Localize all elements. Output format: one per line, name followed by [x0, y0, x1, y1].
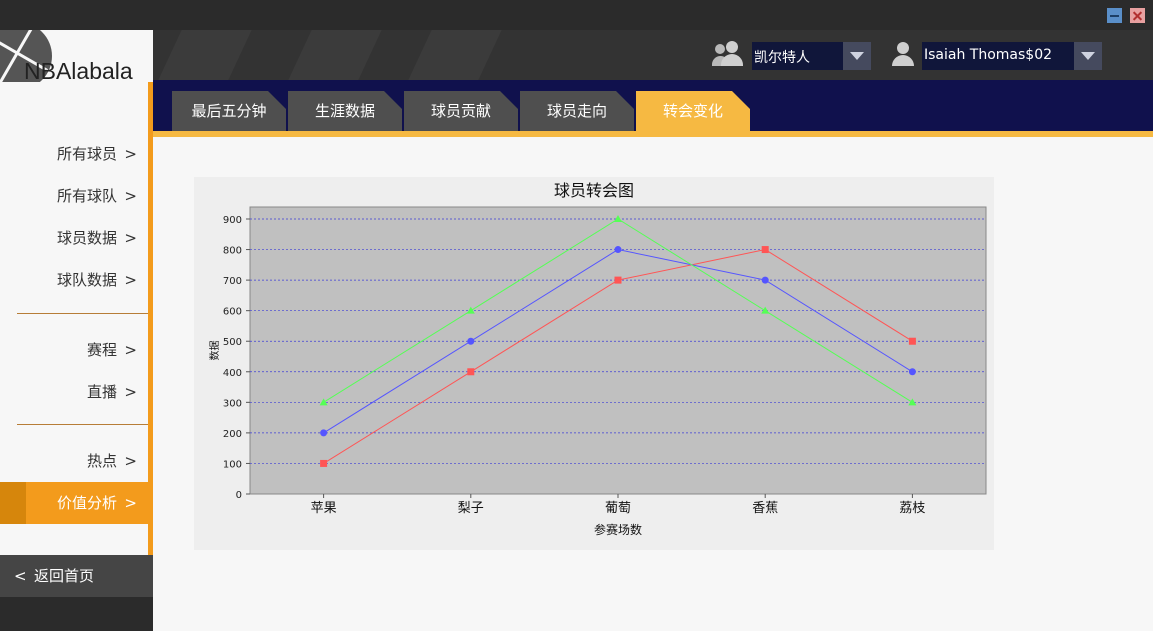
sidebar-item-live[interactable]: 直播 > — [0, 374, 148, 410]
sidebar-item-label: 热点 — [86, 452, 117, 470]
sidebar-item-schedule[interactable]: 赛程 > — [0, 332, 148, 368]
sidebar-item-label: 价值分析 — [56, 494, 117, 512]
tab-label: 最后五分钟 — [191, 102, 267, 120]
y-axis-label: 数据 — [208, 341, 221, 361]
group-users-icon — [712, 40, 746, 70]
sidebar-item-team-data[interactable]: 球队数据 > — [0, 262, 148, 298]
tab-transfer-change[interactable]: 转会变化 — [636, 91, 750, 131]
sidebar-item-value-analysis[interactable]: 价值分析 > — [0, 482, 153, 524]
x-tick-label: 香蕉 — [752, 501, 778, 516]
tab-label: 球员贡献 — [430, 102, 491, 120]
y-tick-label: 900 — [223, 215, 242, 226]
x-axis-label: 参赛场数 — [594, 522, 642, 537]
sidebar-item-player-data[interactable]: 球员数据 > — [0, 220, 148, 256]
x-tick-label: 葡萄 — [605, 501, 631, 516]
sidebar-item-label: 球员数据 — [56, 229, 117, 247]
sidebar-item-hot[interactable]: 热点 > — [0, 443, 148, 479]
data-point — [320, 429, 328, 437]
team-select[interactable]: 凯尔特人 — [752, 42, 871, 70]
y-tick-label: 400 — [223, 368, 242, 379]
chevron-right-icon: > — [124, 452, 137, 470]
data-point — [761, 246, 769, 254]
data-point — [614, 276, 622, 284]
sidebar-item-label: 赛程 — [86, 341, 117, 359]
data-point — [908, 337, 916, 345]
y-tick-label: 700 — [223, 276, 242, 287]
player-select-value: Isaiah Thomas$02 — [924, 47, 1053, 63]
x-tick-label: 梨子 — [458, 501, 484, 516]
chevron-right-icon: > — [124, 271, 137, 289]
sidebar: 所有球员 > 所有球队 > 球员数据 > 球队数据 > 赛程 > 直播 > 热点… — [0, 82, 153, 631]
data-point — [467, 368, 475, 376]
sidebar-divider — [17, 313, 148, 314]
sidebar-item-label: 所有球员 — [56, 145, 117, 163]
tab-label: 生涯数据 — [314, 102, 375, 120]
tab-player-trend[interactable]: 球员走向 — [520, 91, 634, 131]
sidebar-divider — [17, 424, 148, 425]
app-name: NBAlabala — [24, 58, 133, 82]
chevron-right-icon: > — [124, 341, 137, 359]
y-tick-label: 0 — [236, 490, 242, 501]
y-tick-label: 300 — [223, 398, 242, 409]
back-home-label: 返回首页 — [34, 567, 95, 585]
y-tick-label: 100 — [223, 459, 242, 470]
player-select[interactable]: Isaiah Thomas$02 — [922, 42, 1102, 70]
window-titlebar — [0, 0, 1153, 30]
chevron-left-icon: < — [14, 567, 27, 585]
chevron-down-icon[interactable] — [1074, 42, 1102, 70]
sidebar-item-all-players[interactable]: 所有球员 > — [0, 136, 148, 172]
x-tick-label: 苹果 — [311, 501, 337, 516]
chevron-right-icon: > — [124, 229, 137, 247]
sidebar-item-label: 球队数据 — [56, 271, 117, 289]
data-point — [908, 368, 916, 376]
active-indicator — [0, 482, 26, 524]
app-logo: NBAlabala — [0, 30, 153, 82]
data-point — [467, 337, 475, 345]
sidebar-item-all-teams[interactable]: 所有球队 > — [0, 178, 148, 214]
minimize-icon[interactable] — [1107, 8, 1122, 23]
app-header: 凯尔特人 Isaiah Thomas$02 — [0, 30, 1153, 80]
transfer-line-chart: 球员转会图 0 100 200 300 400 500 600 700 800 900 苹果 梨子 葡萄 香… — [208, 181, 987, 537]
y-tick-label: 600 — [223, 307, 242, 318]
y-tick-label: 500 — [223, 337, 242, 348]
sidebar-footer — [0, 597, 153, 631]
data-point — [614, 246, 622, 254]
transfer-chart-panel: 球员转会图 0 100 200 300 400 500 600 700 800 900 苹果 梨子 葡萄 香… — [194, 177, 994, 550]
sidebar-item-label: 直播 — [86, 383, 117, 401]
header-decoration — [288, 30, 382, 80]
tab-last-five-minutes[interactable]: 最后五分钟 — [172, 91, 286, 131]
back-home-button[interactable]: < 返回首页 — [0, 555, 153, 597]
sidebar-item-label: 所有球队 — [56, 187, 117, 205]
chevron-right-icon: > — [124, 383, 137, 401]
header-decoration — [158, 30, 252, 80]
tab-label: 转会变化 — [662, 102, 723, 120]
y-tick-label: 800 — [223, 246, 242, 257]
team-select-value: 凯尔特人 — [754, 50, 810, 66]
header-decoration — [408, 30, 502, 80]
chevron-right-icon: > — [124, 494, 137, 512]
close-icon[interactable] — [1130, 8, 1145, 23]
x-tick-label: 荔枝 — [899, 501, 925, 516]
chevron-right-icon: > — [124, 187, 137, 205]
tab-career-data[interactable]: 生涯数据 — [288, 91, 402, 131]
user-icon — [892, 40, 926, 70]
chart-title: 球员转会图 — [554, 181, 634, 200]
tab-label: 球员走向 — [546, 102, 607, 120]
chevron-right-icon: > — [124, 145, 137, 163]
data-point — [320, 459, 328, 467]
chevron-down-icon[interactable] — [843, 42, 871, 70]
tab-bar: 最后五分钟 生涯数据 球员贡献 球员走向 转会变化 — [153, 80, 1153, 137]
tab-player-contribution[interactable]: 球员贡献 — [404, 91, 518, 131]
data-point — [761, 276, 769, 284]
y-tick-label: 200 — [223, 429, 242, 440]
